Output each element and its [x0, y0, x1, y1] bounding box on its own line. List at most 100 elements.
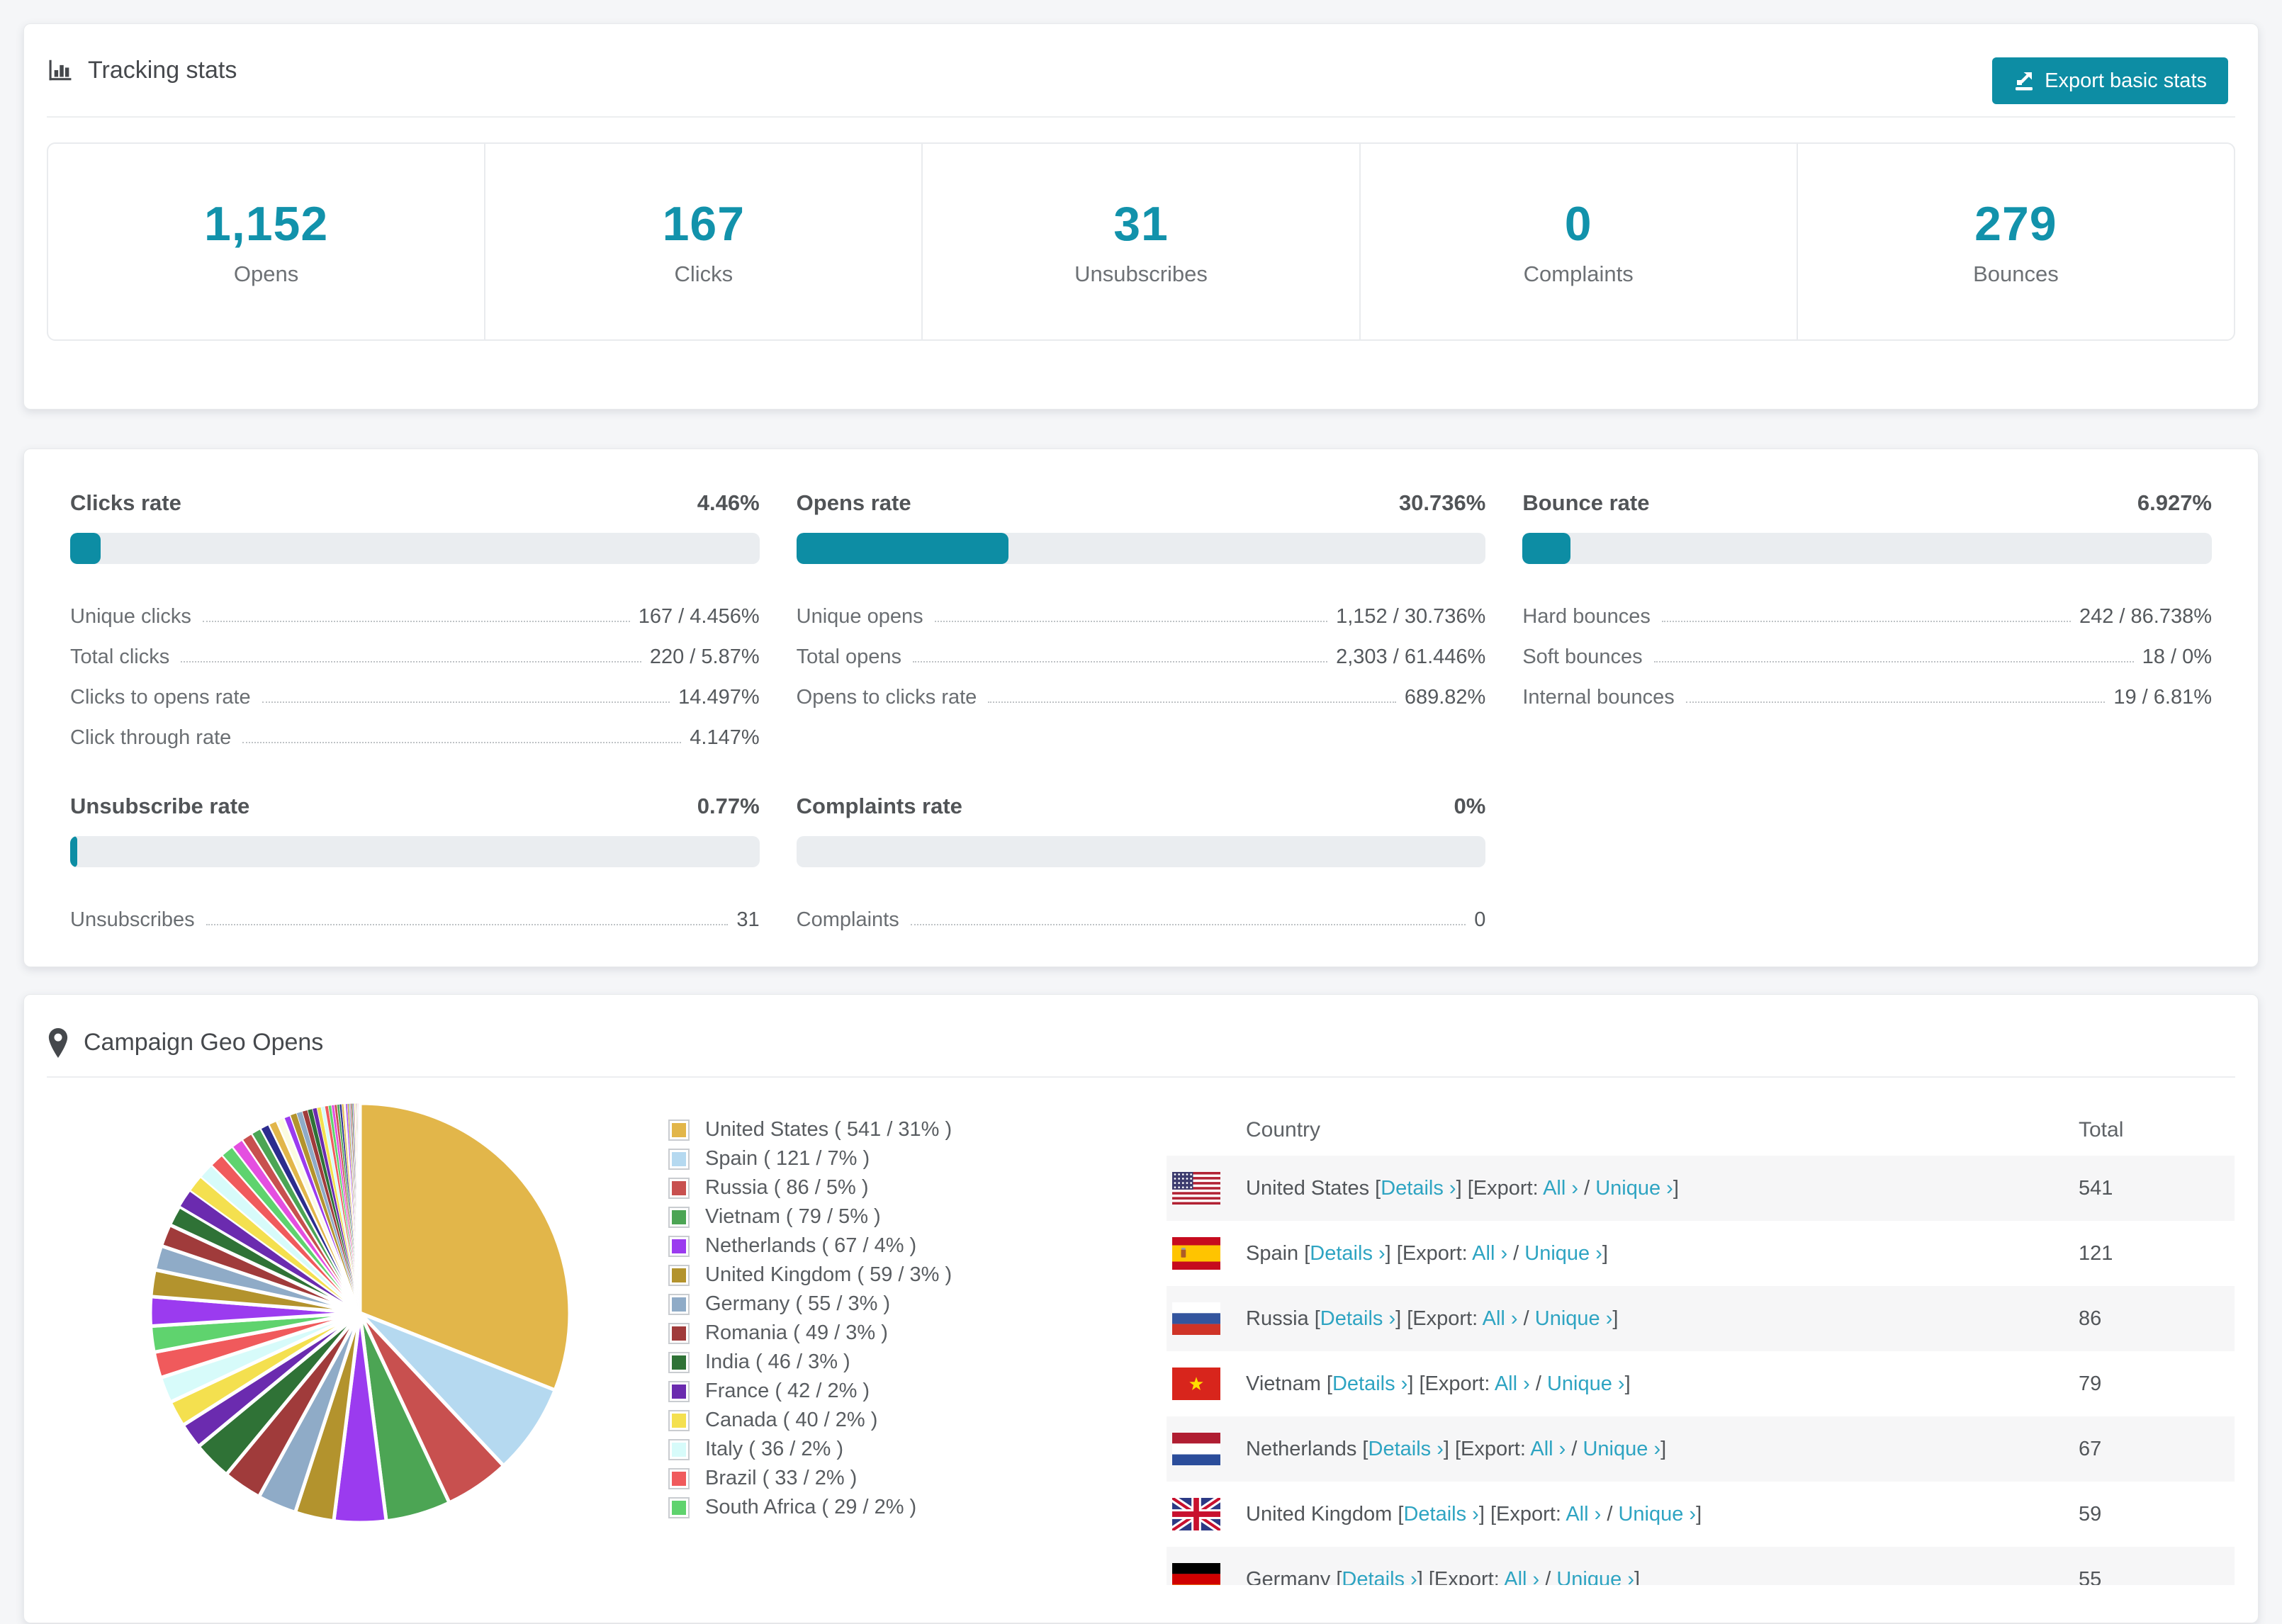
- rates-card: Clicks rate 4.46% Unique clicks 167 / 4.…: [23, 449, 2259, 967]
- legend-label: Germany ( 55 / 3% ): [705, 1292, 891, 1315]
- details-link[interactable]: Details ›: [1320, 1307, 1395, 1330]
- rate-value: 4.46%: [697, 490, 760, 515]
- export-unique-link[interactable]: Unique ›: [1535, 1307, 1613, 1330]
- stat-label: Complaints: [1523, 261, 1634, 286]
- export-all-link[interactable]: All ›: [1566, 1503, 1601, 1526]
- export-all-link[interactable]: All ›: [1530, 1438, 1566, 1460]
- geo-legend: United States ( 541 / 31% ) Spain ( 121 …: [668, 1115, 1136, 1522]
- dotted-leader: [1653, 661, 2134, 662]
- export-basic-stats-button[interactable]: Export basic stats: [1992, 57, 2228, 104]
- legend-item-vn: Vietnam ( 79 / 5% ): [668, 1202, 1136, 1231]
- column-header-country: Country: [1246, 1118, 1321, 1141]
- country-cell: United Kingdom [Details ›] [Export: All …: [1246, 1502, 1702, 1526]
- total-cell: 121: [2079, 1241, 2113, 1265]
- rates-row-2: Unsubscribe rate 0.77% Unsubscribes 31 C…: [70, 794, 2212, 932]
- legend-label: Brazil ( 33 / 2% ): [705, 1467, 858, 1489]
- rate-head: Bounce rate 6.927%: [1522, 490, 2212, 516]
- export-unique-link[interactable]: Unique ›: [1547, 1372, 1625, 1395]
- detail-label: Unique clicks: [70, 605, 191, 628]
- export-unique-link[interactable]: Unique ›: [1524, 1242, 1602, 1265]
- export-button-label: Export basic stats: [2045, 69, 2207, 92]
- legend-item-br: Brazil ( 33 / 2% ): [668, 1464, 1136, 1493]
- total-cell: 86: [2079, 1307, 2102, 1330]
- stat-value: 167: [662, 197, 746, 251]
- details-link[interactable]: Details ›: [1310, 1242, 1385, 1265]
- legend-swatch: [668, 1235, 690, 1257]
- export-unique-link[interactable]: Unique ›: [1583, 1438, 1660, 1460]
- legend-label: India ( 46 / 3% ): [705, 1350, 850, 1373]
- legend-swatch: [668, 1467, 690, 1489]
- total-cell: 79: [2079, 1372, 2102, 1395]
- export-unique-link[interactable]: Unique ›: [1618, 1503, 1696, 1526]
- export-all-link[interactable]: All ›: [1472, 1242, 1507, 1265]
- details-link[interactable]: Details ›: [1332, 1372, 1407, 1395]
- campaign-geo-opens-card: Campaign Geo Opens United States ( 541 /…: [23, 994, 2259, 1623]
- rate-detail-rows: Hard bounces 242 / 86.738% Soft bounces 1…: [1522, 588, 2212, 709]
- total-cell: 55: [2079, 1567, 2102, 1586]
- flag-icon-ru: [1172, 1302, 1220, 1335]
- detail-value: 31: [736, 908, 760, 931]
- rate-title: Complaints rate: [796, 794, 962, 818]
- country-cell: Spain [Details ›] [Export: All › / Uniqu…: [1246, 1241, 1608, 1265]
- rate-value: 0.77%: [697, 794, 760, 818]
- legend-swatch: [668, 1206, 690, 1228]
- details-link[interactable]: Details ›: [1381, 1177, 1456, 1200]
- dotted-leader: [1685, 701, 2106, 703]
- detail-value: 0: [1474, 908, 1486, 931]
- detail-label: Complaints: [796, 908, 899, 931]
- detail-value: 242 / 86.738%: [2079, 605, 2212, 628]
- country-cell: Netherlands [Details ›] [Export: All › /…: [1246, 1437, 1667, 1460]
- details-link[interactable]: Details ›: [1403, 1503, 1478, 1526]
- legend-swatch: [668, 1351, 690, 1373]
- legend-item-ru: Russia ( 86 / 5% ): [668, 1173, 1136, 1202]
- rate-progress-track: [796, 836, 1486, 867]
- details-link[interactable]: Details ›: [1368, 1438, 1444, 1460]
- geo-table: Country Total United States [Details ›] …: [1167, 1105, 2235, 1585]
- geo-table-body: United States [Details ›] [Export: All ›…: [1167, 1156, 2235, 1585]
- detail-value: 4.147%: [690, 726, 760, 749]
- rate-head: Opens rate 30.736%: [797, 490, 1486, 516]
- dotted-leader: [910, 924, 1466, 925]
- detail-row: Opens to clicks rate 689.82%: [797, 669, 1486, 709]
- stat-cell-opens: 1,152 Opens: [48, 144, 486, 339]
- legend-swatch: [668, 1148, 690, 1170]
- rate-progress-fill: [796, 533, 1008, 564]
- export-unique-link[interactable]: Unique ›: [1595, 1177, 1673, 1200]
- rate-head: Complaints rate 0%: [797, 794, 1486, 819]
- export-all-link[interactable]: All ›: [1543, 1177, 1578, 1200]
- rate-block-bounce-rate: Bounce rate 6.927% Hard bounces 242 / 86…: [1522, 490, 2212, 750]
- export-all-link[interactable]: All ›: [1483, 1307, 1518, 1330]
- details-link[interactable]: Details ›: [1342, 1568, 1417, 1586]
- rate-block-complaints-rate: Complaints rate 0% Complaints 0: [796, 794, 1486, 932]
- detail-value: 167 / 4.456%: [638, 605, 760, 628]
- dotted-leader: [988, 701, 1396, 703]
- rate-progress-fill: [70, 836, 77, 867]
- rate-title: Opens rate: [796, 490, 911, 515]
- table-row-nl: Netherlands [Details ›] [Export: All › /…: [1167, 1416, 2235, 1482]
- detail-label: Soft bounces: [1522, 645, 1643, 668]
- export-all-link[interactable]: All ›: [1495, 1372, 1530, 1395]
- rate-detail-rows: Unique opens 1,152 / 30.736% Total opens …: [797, 588, 1486, 709]
- stat-value: 0: [1564, 197, 1592, 251]
- detail-label: Hard bounces: [1522, 605, 1651, 628]
- rate-progress-track: [1522, 533, 2212, 564]
- legend-item-de: Germany ( 55 / 3% ): [668, 1290, 1136, 1319]
- legend-item-us: United States ( 541 / 31% ): [668, 1115, 1136, 1144]
- detail-label: Unsubscribes: [70, 908, 195, 931]
- dotted-leader: [206, 924, 729, 925]
- export-all-link[interactable]: All ›: [1504, 1568, 1539, 1586]
- stat-value: 279: [1974, 197, 2057, 251]
- legend-label: Russia ( 86 / 5% ): [705, 1176, 869, 1199]
- stat-value: 1,152: [204, 197, 329, 251]
- dotted-leader: [262, 701, 670, 703]
- legend-item-za: South Africa ( 29 / 2% ): [668, 1493, 1136, 1522]
- table-row-us: United States [Details ›] [Export: All ›…: [1167, 1156, 2235, 1221]
- rate-head: Clicks rate 4.46%: [70, 490, 760, 516]
- export-unique-link[interactable]: Unique ›: [1556, 1568, 1634, 1586]
- map-pin-icon: [47, 1027, 69, 1058]
- detail-row: Hard bounces 242 / 86.738%: [1522, 588, 2212, 628]
- legend-label: Netherlands ( 67 / 4% ): [705, 1234, 917, 1257]
- rates-row-1: Clicks rate 4.46% Unique clicks 167 / 4.…: [70, 490, 2212, 750]
- rate-title: Unsubscribe rate: [70, 794, 250, 818]
- flag-icon-us: [1172, 1172, 1220, 1205]
